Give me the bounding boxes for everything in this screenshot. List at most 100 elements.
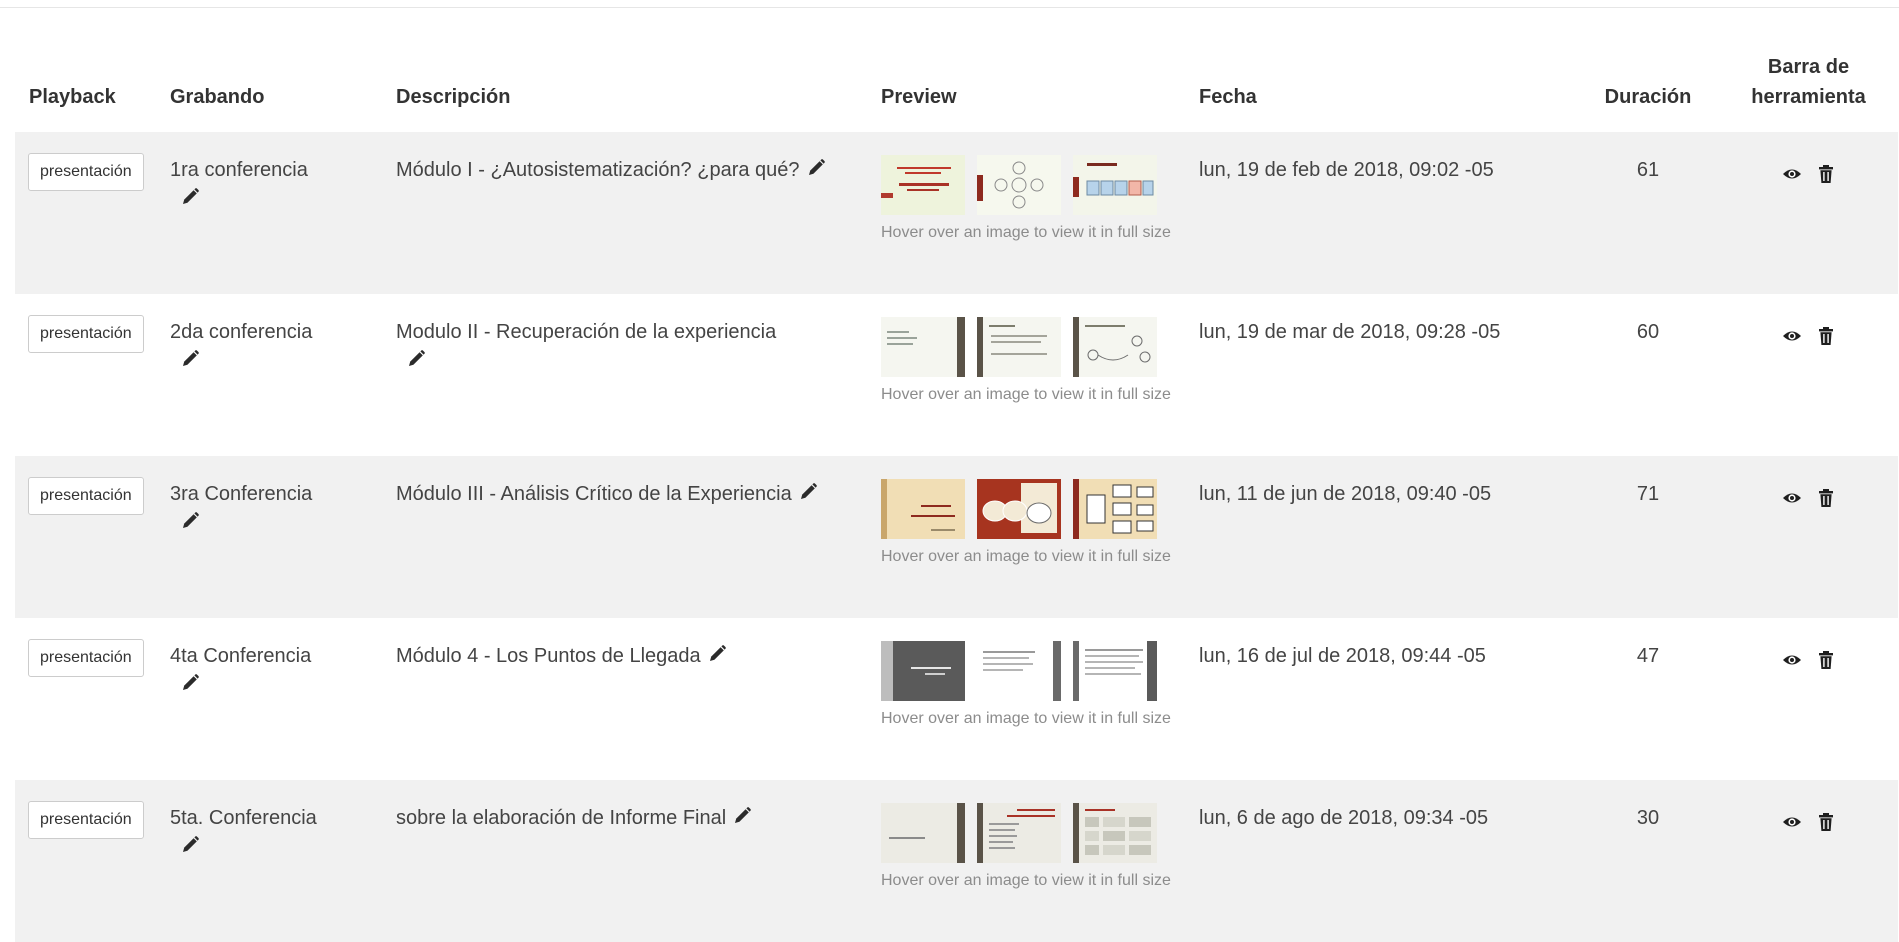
fecha-cell: lun, 6 de ago de 2018, 09:34 -05 bbox=[1199, 780, 1577, 942]
edit-pencil-icon[interactable] bbox=[707, 644, 727, 664]
preview-thumbnail[interactable] bbox=[881, 803, 965, 863]
preview-thumbnail[interactable] bbox=[1073, 479, 1157, 539]
table-row: presentación 5ta. Conferencia sobre la e… bbox=[15, 780, 1898, 942]
header-duracion[interactable]: Duración bbox=[1577, 8, 1719, 132]
recording-description: Modulo II - Recuperación de la experienc… bbox=[396, 321, 777, 343]
trash-icon[interactable] bbox=[1816, 646, 1836, 666]
playback-cell: presentación bbox=[15, 294, 170, 456]
header-playback[interactable]: Playback bbox=[15, 8, 170, 132]
eye-icon[interactable] bbox=[1782, 484, 1802, 504]
preview-thumbnail[interactable] bbox=[977, 155, 1061, 215]
toolbar-cell bbox=[1719, 294, 1898, 456]
edit-pencil-icon[interactable] bbox=[180, 673, 200, 693]
table-body: presentación 1ra conferencia Módulo I - … bbox=[15, 132, 1898, 942]
descripcion-cell: Módulo III - Análisis Crítico de la Expe… bbox=[396, 456, 881, 618]
grabando-cell: 1ra conferencia bbox=[170, 132, 396, 294]
header-fecha[interactable]: Fecha bbox=[1199, 8, 1577, 132]
preview-hover-note: Hover over an image to view it in full s… bbox=[881, 224, 1171, 241]
preview-thumbnails bbox=[881, 641, 1199, 701]
eye-icon[interactable] bbox=[1782, 160, 1802, 180]
preview-thumbnail[interactable] bbox=[977, 803, 1061, 863]
edit-pencil-icon[interactable] bbox=[406, 349, 426, 369]
recording-description: Módulo I - ¿Autosistematización? ¿para q… bbox=[396, 159, 800, 181]
recordings-table: Playback Grabando Descripción Preview Fe… bbox=[15, 8, 1898, 942]
toolbar-cell bbox=[1719, 456, 1898, 618]
eye-icon[interactable] bbox=[1782, 646, 1802, 666]
preview-hover-note: Hover over an image to view it in full s… bbox=[881, 548, 1171, 565]
table-row: presentación 4ta Conferencia Módulo 4 - … bbox=[15, 618, 1898, 780]
preview-hover-note: Hover over an image to view it in full s… bbox=[881, 710, 1171, 727]
duracion-cell: 61 bbox=[1577, 132, 1719, 294]
recordings-table-container: Playback Grabando Descripción Preview Fe… bbox=[15, 8, 1898, 942]
grabando-cell: 3ra Conferencia bbox=[170, 456, 396, 618]
trash-icon[interactable] bbox=[1816, 484, 1836, 504]
edit-pencil-icon[interactable] bbox=[806, 158, 826, 178]
preview-thumbnail[interactable] bbox=[1073, 803, 1157, 863]
toolbar-cell bbox=[1719, 618, 1898, 780]
playback-cell: presentación bbox=[15, 780, 170, 942]
toolbar-cell bbox=[1719, 132, 1898, 294]
playback-cell: presentación bbox=[15, 132, 170, 294]
recording-name: 2da conferencia bbox=[170, 321, 313, 343]
preview-thumbnails bbox=[881, 479, 1199, 539]
fecha-cell: lun, 16 de jul de 2018, 09:44 -05 bbox=[1199, 645, 1486, 667]
preview-thumbnail[interactable] bbox=[977, 479, 1061, 539]
recording-name: 3ra Conferencia bbox=[170, 483, 313, 505]
fecha-cell: lun, 19 de feb de 2018, 09:02 -05 bbox=[1199, 132, 1577, 294]
preview-thumbnail[interactable] bbox=[977, 641, 1061, 701]
preview-thumbnail[interactable] bbox=[881, 479, 965, 539]
preview-cell: Hover over an image to view it in full s… bbox=[881, 132, 1199, 294]
fecha-cell: lun, 19 de mar de 2018, 09:28 -05 bbox=[1199, 321, 1501, 343]
edit-pencil-icon[interactable] bbox=[180, 349, 200, 369]
preview-thumbnail[interactable] bbox=[881, 641, 965, 701]
preview-thumbnail[interactable] bbox=[881, 155, 965, 215]
edit-pencil-icon[interactable] bbox=[180, 187, 200, 207]
eye-icon[interactable] bbox=[1782, 808, 1802, 828]
presentation-button[interactable]: presentación bbox=[28, 315, 144, 353]
table-header: Playback Grabando Descripción Preview Fe… bbox=[15, 8, 1898, 132]
trash-icon[interactable] bbox=[1816, 322, 1836, 342]
duracion-cell: 60 bbox=[1636, 321, 1660, 343]
duracion-cell: 47 bbox=[1636, 645, 1660, 667]
preview-cell: Hover over an image to view it in full s… bbox=[881, 780, 1199, 942]
header-row: Playback Grabando Descripción Preview Fe… bbox=[15, 8, 1898, 132]
edit-pencil-icon[interactable] bbox=[798, 482, 818, 502]
grabando-cell: 5ta. Conferencia bbox=[170, 780, 396, 942]
recording-description: Módulo 4 - Los Puntos de Llegada bbox=[396, 645, 701, 667]
preview-thumbnail[interactable] bbox=[977, 317, 1061, 377]
grabando-cell: 2da conferencia bbox=[170, 294, 396, 456]
header-descripcion[interactable]: Descripción bbox=[396, 8, 881, 132]
preview-thumbnail[interactable] bbox=[881, 317, 965, 377]
recording-name: 1ra conferencia bbox=[170, 159, 308, 181]
eye-icon[interactable] bbox=[1782, 322, 1802, 342]
presentation-button[interactable]: presentación bbox=[28, 477, 144, 515]
header-barra-de-herramienta: Barra de herramienta bbox=[1751, 56, 1866, 108]
playback-cell: presentación bbox=[15, 456, 170, 618]
fecha-cell: lun, 11 de jun de 2018, 09:40 -05 bbox=[1199, 456, 1577, 618]
recording-name: 5ta. Conferencia bbox=[170, 807, 317, 829]
table-row: presentación 2da conferencia Modulo II -… bbox=[15, 294, 1898, 456]
duracion-cell: 30 bbox=[1577, 780, 1719, 942]
recording-description: Módulo III - Análisis Crítico de la Expe… bbox=[396, 483, 792, 505]
preview-hover-note: Hover over an image to view it in full s… bbox=[881, 386, 1171, 403]
preview-cell: Hover over an image to view it in full s… bbox=[881, 294, 1199, 456]
duracion-cell: 71 bbox=[1577, 456, 1719, 618]
header-preview: Preview bbox=[881, 86, 957, 108]
edit-pencil-icon[interactable] bbox=[180, 511, 200, 531]
edit-pencil-icon[interactable] bbox=[732, 806, 752, 826]
preview-thumbnail[interactable] bbox=[1073, 641, 1157, 701]
presentation-button[interactable]: presentación bbox=[28, 153, 144, 191]
header-grabando[interactable]: Grabando bbox=[170, 8, 396, 132]
preview-thumbnails bbox=[881, 155, 1199, 215]
presentation-button[interactable]: presentación bbox=[28, 801, 144, 839]
preview-cell: Hover over an image to view it in full s… bbox=[881, 618, 1199, 780]
descripcion-cell: sobre la elaboración de Informe Final bbox=[396, 780, 881, 942]
presentation-button[interactable]: presentación bbox=[28, 639, 144, 677]
grabando-cell: 4ta Conferencia bbox=[170, 618, 396, 780]
trash-icon[interactable] bbox=[1816, 160, 1836, 180]
recording-description: sobre la elaboración de Informe Final bbox=[396, 807, 727, 829]
preview-thumbnail[interactable] bbox=[1073, 155, 1157, 215]
preview-thumbnail[interactable] bbox=[1073, 317, 1157, 377]
trash-icon[interactable] bbox=[1816, 808, 1836, 828]
edit-pencil-icon[interactable] bbox=[180, 835, 200, 855]
